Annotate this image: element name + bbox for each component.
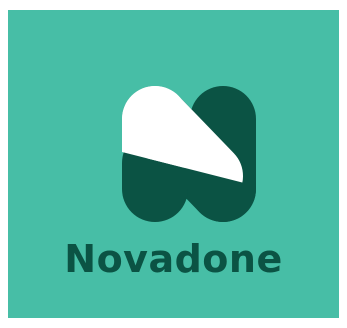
brand-wordmark: Novadone (64, 237, 283, 281)
logo-tile: Novadone (8, 10, 339, 318)
page-frame: Novadone (0, 0, 347, 328)
letter-n-logo-icon (122, 86, 256, 222)
